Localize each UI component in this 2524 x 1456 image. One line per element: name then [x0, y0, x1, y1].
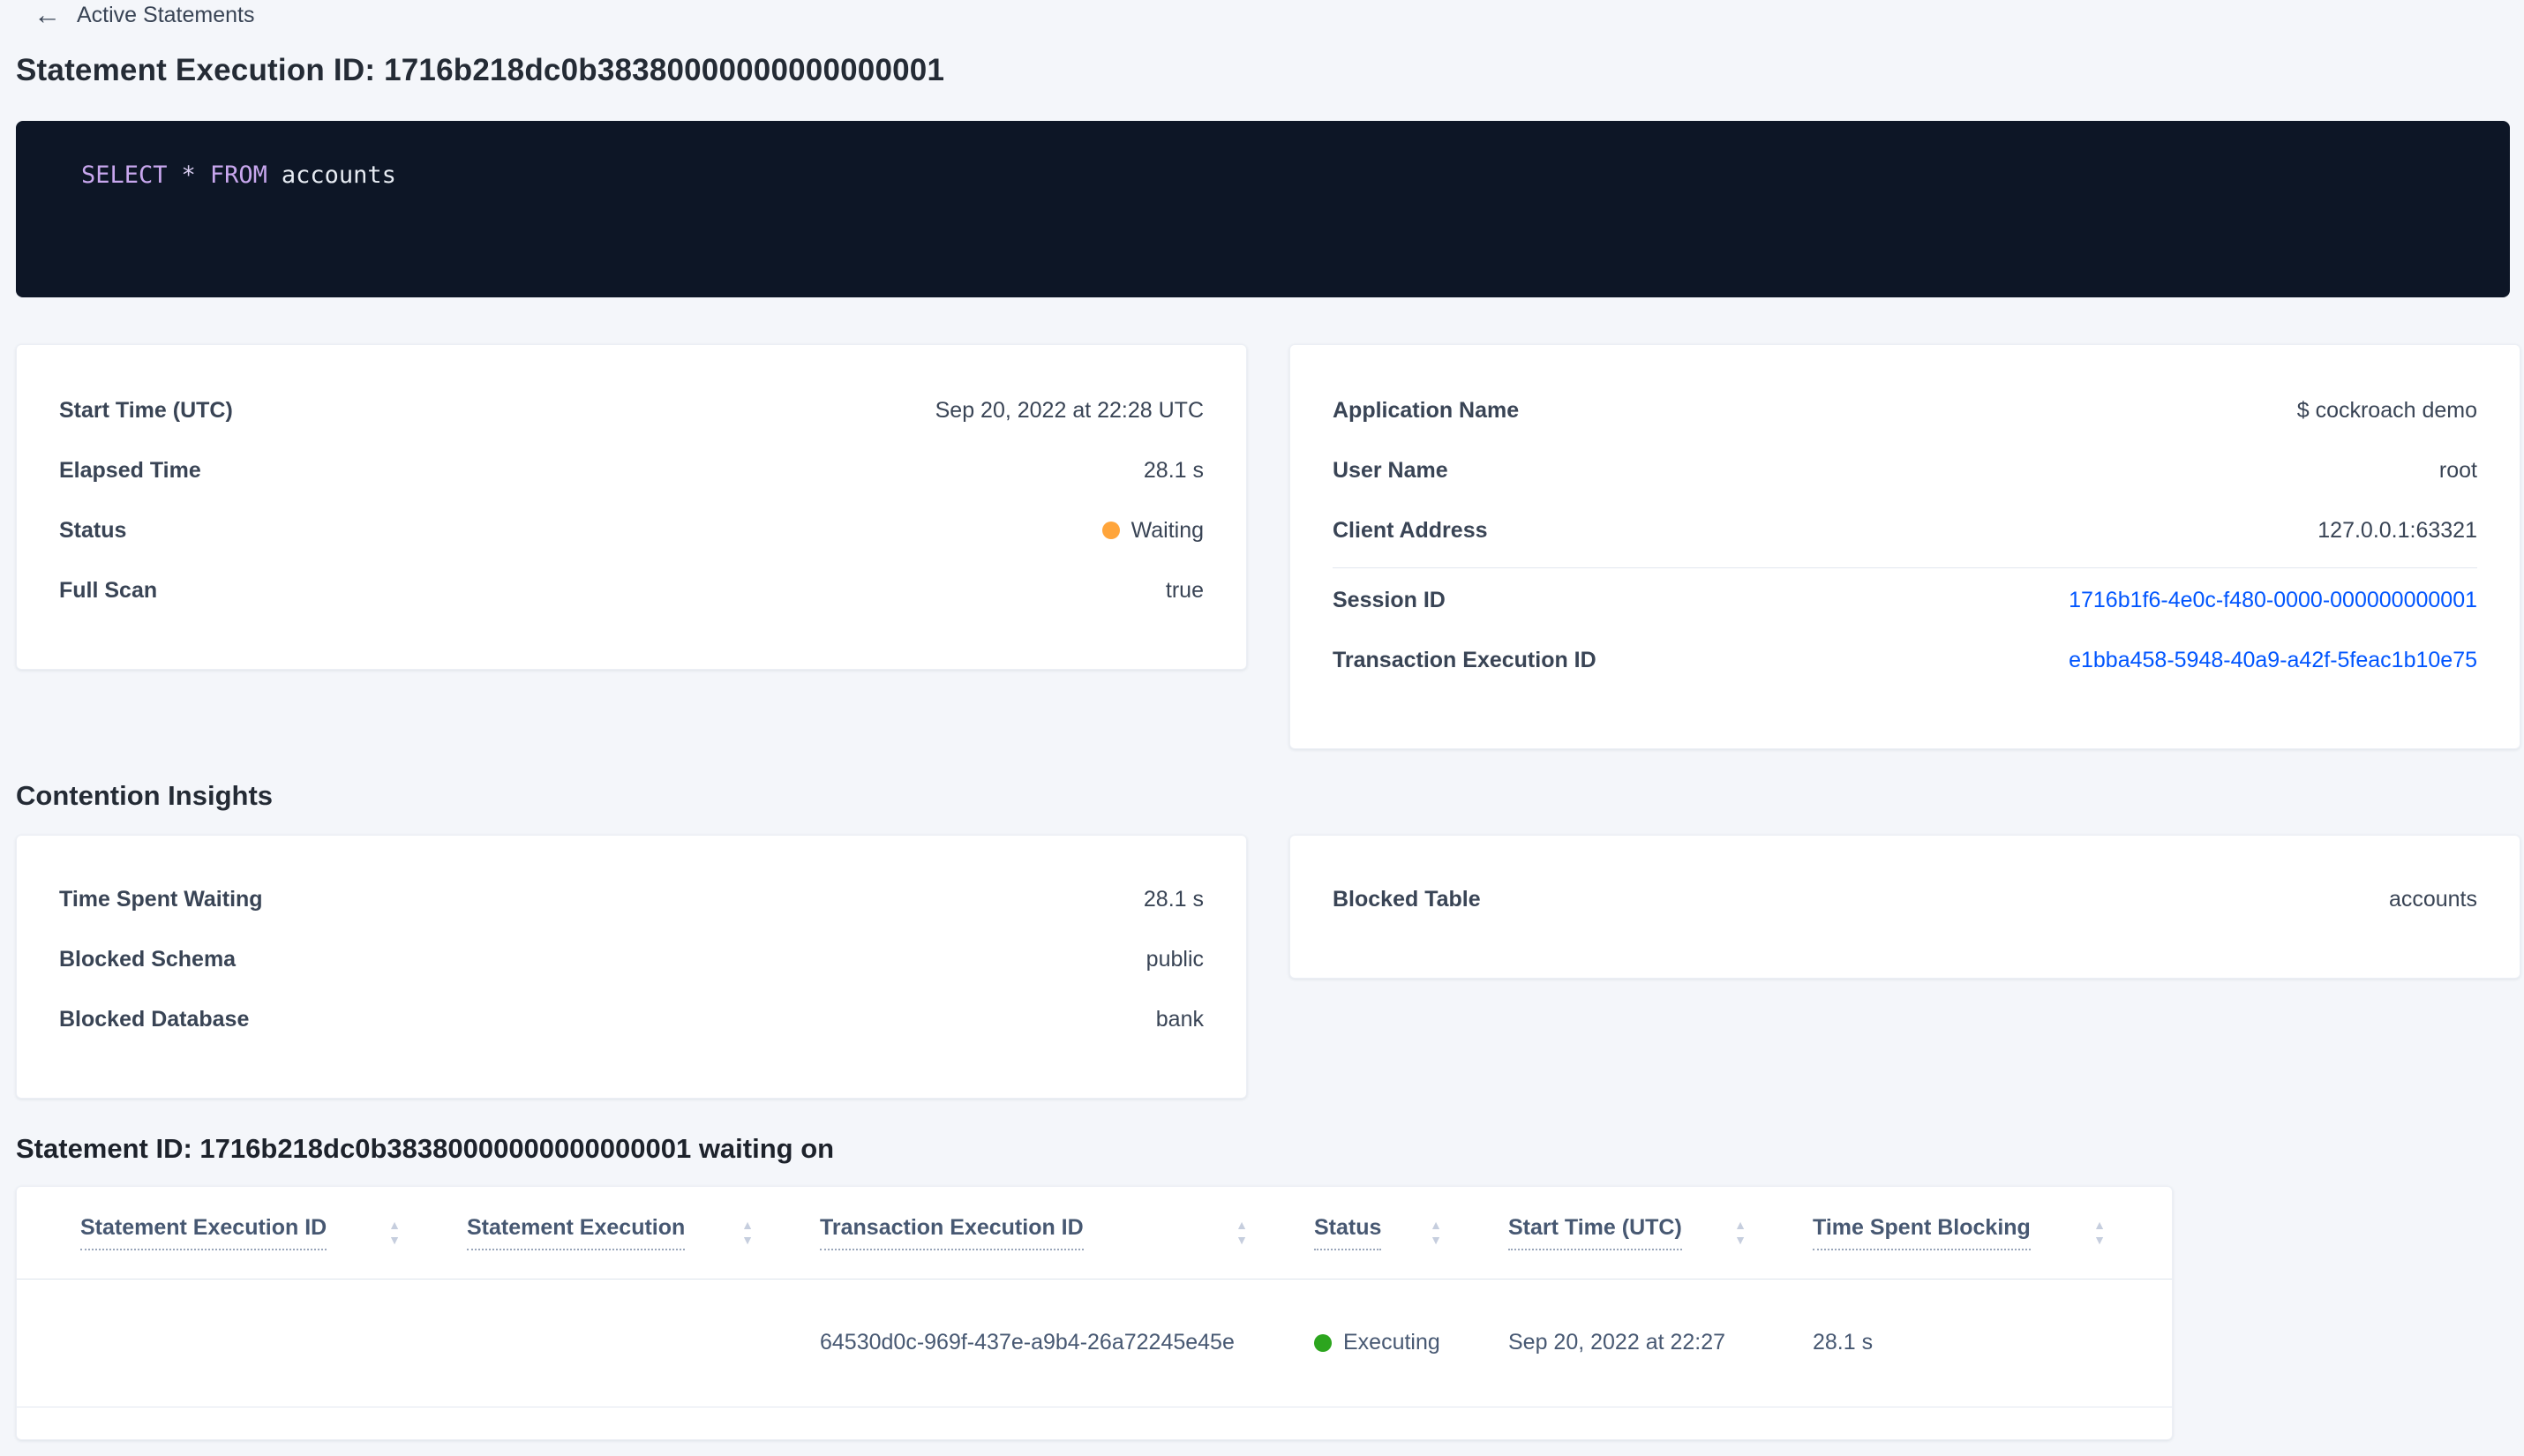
full-scan-label: Full Scan: [59, 577, 158, 603]
application-name-row: Application Name $ cockroach demo: [1333, 380, 2477, 440]
status-text: Waiting: [1131, 517, 1204, 543]
cell-transaction-execution-id: 64530d0c-969f-437e-a9b4-26a72245e45e: [820, 1279, 1314, 1407]
sql-keyword-select: SELECT: [81, 161, 168, 189]
time-spent-waiting-value: 28.1 s: [1143, 886, 1204, 912]
back-nav-label: Active Statements: [77, 3, 255, 27]
waiting-on-table-card: Statement Execution ID ▲ ▼ Statement Exec…: [16, 1186, 2173, 1440]
table-row: 64530d0c-969f-437e-a9b4-26a72245e45e Exe…: [17, 1279, 2172, 1407]
session-card-divider: [1333, 567, 2477, 568]
application-name-label: Application Name: [1333, 397, 1520, 423]
column-header-transaction-execution-id[interactable]: Transaction Execution ID ▲ ▼: [820, 1187, 1314, 1280]
blocked-database-value: bank: [1155, 1006, 1204, 1032]
session-id-label: Session ID: [1333, 587, 1446, 612]
blocked-schema-label: Blocked Schema: [59, 946, 237, 972]
blocked-schema-value: public: [1146, 946, 1204, 972]
status-label: Status: [59, 517, 127, 543]
session-id-link[interactable]: 1716b1f6-4e0c-f480-0000-000000000001: [2069, 588, 2477, 613]
column-header-time-spent-blocking[interactable]: Time Spent Blocking ▲ ▼: [1813, 1187, 2172, 1280]
full-scan-value: true: [1165, 577, 1204, 603]
sql-keyword-from: FROM: [209, 161, 267, 189]
overview-card: Start Time (UTC) Sep 20, 2022 at 22:28 U…: [16, 344, 1247, 670]
elapsed-time-label: Elapsed Time: [59, 457, 201, 483]
column-label: Start Time (UTC): [1508, 1215, 1682, 1250]
cell-statement-execution: [467, 1279, 820, 1407]
contention-insights-heading: Contention Insights: [16, 780, 274, 811]
client-address-label: Client Address: [1333, 517, 1488, 543]
cell-statement-execution-id: [17, 1279, 467, 1407]
column-label: Transaction Execution ID: [820, 1215, 1084, 1250]
elapsed-time-row: Elapsed Time 28.1 s: [59, 440, 1204, 500]
sort-icon[interactable]: ▲ ▼: [1430, 1219, 1442, 1246]
time-spent-waiting-row: Time Spent Waiting 28.1 s: [59, 869, 1204, 929]
column-header-statement-execution[interactable]: Statement Execution ▲ ▼: [467, 1187, 820, 1280]
blocked-table-row: Blocked Table accounts: [1333, 869, 2477, 929]
status-row: Status Waiting: [59, 500, 1204, 560]
sort-icon[interactable]: ▲ ▼: [1734, 1219, 1747, 1246]
waiting-on-heading: Statement ID: 1716b218dc0b38380000000000…: [16, 1133, 835, 1164]
column-header-start-time[interactable]: Start Time (UTC) ▲ ▼: [1508, 1187, 1813, 1280]
column-header-statement-execution-id[interactable]: Statement Execution ID ▲ ▼: [17, 1187, 467, 1280]
sql-star-operator: *: [181, 161, 196, 189]
blocked-database-label: Blocked Database: [59, 1006, 250, 1032]
column-label: Statement Execution: [467, 1215, 686, 1250]
start-time-value: Sep 20, 2022 at 22:28 UTC: [935, 397, 1204, 423]
start-time-row: Start Time (UTC) Sep 20, 2022 at 22:28 U…: [59, 380, 1204, 440]
waiting-on-table: Statement Execution ID ▲ ▼ Statement Exec…: [17, 1187, 2172, 1407]
session-card: Application Name $ cockroach demo User N…: [1289, 344, 2520, 749]
table-header-row: Statement Execution ID ▲ ▼ Statement Exec…: [17, 1187, 2172, 1280]
blocked-table-value: accounts: [2388, 886, 2477, 912]
client-address-row: Client Address 127.0.0.1:63321: [1333, 500, 2477, 560]
time-spent-waiting-label: Time Spent Waiting: [59, 886, 263, 912]
cell-time-spent-blocking: 28.1 s: [1813, 1279, 2172, 1407]
page-title: Statement Execution ID: 1716b218dc0b3838…: [16, 53, 945, 87]
row-status-text: Executing: [1343, 1330, 1440, 1355]
back-arrow-icon: ←: [34, 0, 61, 30]
sort-icon[interactable]: ▲ ▼: [1236, 1219, 1248, 1246]
transaction-execution-id-label: Transaction Execution ID: [1333, 647, 1596, 672]
status-dot-waiting-icon: [1101, 522, 1120, 539]
column-label: Status: [1314, 1215, 1382, 1250]
user-name-value: root: [2438, 457, 2477, 483]
back-nav-link[interactable]: ← Active Statements: [34, 0, 255, 30]
sql-statement-box: SELECT * FROM accounts: [16, 121, 2510, 297]
sql-table-name: accounts: [281, 161, 396, 189]
transaction-execution-id-row: Transaction Execution ID e1bba458-5948-4…: [1333, 630, 2477, 690]
sort-icon[interactable]: ▲ ▼: [2093, 1219, 2106, 1246]
client-address-value: 127.0.0.1:63321: [2317, 517, 2477, 543]
blocked-database-row: Blocked Database bank: [59, 989, 1204, 1049]
full-scan-row: Full Scan true: [59, 560, 1204, 620]
blocked-table-card: Blocked Table accounts: [1289, 835, 2520, 979]
column-label: Statement Execution ID: [80, 1215, 327, 1250]
application-name-value: $ cockroach demo: [2296, 397, 2477, 423]
sort-icon[interactable]: ▲ ▼: [741, 1219, 754, 1246]
user-name-row: User Name root: [1333, 440, 2477, 500]
column-label: Time Spent Blocking: [1813, 1215, 2031, 1250]
sort-icon[interactable]: ▲ ▼: [388, 1219, 401, 1246]
blocked-schema-row: Blocked Schema public: [59, 929, 1204, 989]
start-time-label: Start Time (UTC): [59, 397, 233, 423]
contention-card: Time Spent Waiting 28.1 s Blocked Schema…: [16, 835, 1247, 1099]
column-header-status[interactable]: Status ▲ ▼: [1314, 1187, 1508, 1280]
status-value: Waiting: [1101, 517, 1204, 544]
elapsed-time-value: 28.1 s: [1143, 457, 1204, 483]
status-dot-executing-icon: [1314, 1333, 1332, 1352]
transaction-execution-id-link[interactable]: e1bba458-5948-40a9-a42f-5feac1b10e75: [2069, 648, 2477, 673]
cell-status: Executing: [1314, 1279, 1508, 1407]
cell-start-time: Sep 20, 2022 at 22:27: [1508, 1279, 1813, 1407]
user-name-label: User Name: [1333, 457, 1448, 483]
session-id-row: Session ID 1716b1f6-4e0c-f480-0000-00000…: [1333, 570, 2477, 630]
blocked-table-label: Blocked Table: [1333, 886, 1481, 912]
